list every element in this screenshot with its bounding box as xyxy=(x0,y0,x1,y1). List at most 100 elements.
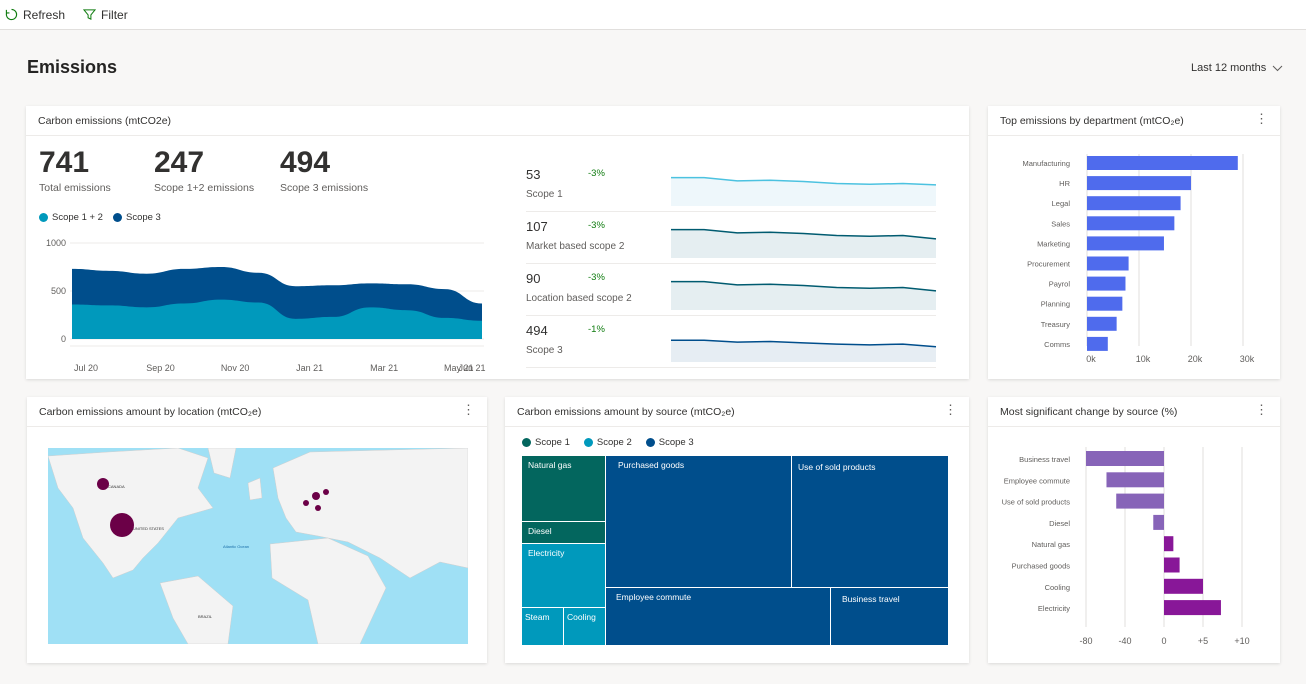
filter-icon xyxy=(83,9,97,20)
treemap-cell[interactable]: Business travel xyxy=(831,588,949,646)
category-label: Business travel xyxy=(1019,455,1070,464)
map-label: UNITED STATES xyxy=(133,526,164,531)
bar xyxy=(1164,557,1180,573)
kpi-label: Scope 3 emissions xyxy=(280,182,369,194)
category-label: Marketing xyxy=(1037,239,1070,248)
source-card: Carbon emissions amount by source (mtCO₂… xyxy=(505,397,969,663)
treemap-cell[interactable]: Employee commute xyxy=(606,588,831,646)
category-label: HR xyxy=(1059,179,1070,188)
bar xyxy=(1087,336,1108,351)
bubble-canada[interactable] xyxy=(97,478,109,490)
scope-row[interactable]: 90 -3% Location based scope 2 xyxy=(526,264,937,316)
category-label: Use of sold products xyxy=(1002,498,1071,507)
more-options-icon[interactable]: ⋮ xyxy=(1255,403,1268,416)
scope-row[interactable]: 494 -1% Scope 3 xyxy=(526,316,937,368)
world-map[interactable]: CANADA UNITED STATES BRAZIL Atlantic Oce… xyxy=(48,448,468,644)
time-range-dropdown[interactable]: Last 12 months xyxy=(1191,62,1283,74)
bar xyxy=(1116,493,1164,509)
bar xyxy=(1164,536,1174,552)
toolbar: Refresh Filter xyxy=(0,0,1306,30)
treemap-cell[interactable]: Use of sold products xyxy=(792,456,949,588)
legend-scope2[interactable]: Scope 2 xyxy=(583,437,632,448)
kpi-value: 247 xyxy=(154,146,205,179)
category-label: Electricity xyxy=(1038,604,1070,613)
legend-scope3[interactable]: Scope 3 xyxy=(645,437,694,448)
x-tick-label: 0k xyxy=(1086,354,1096,364)
y-tick-label: 0 xyxy=(61,334,66,344)
legend-scope3[interactable]: Scope 3 xyxy=(112,212,161,223)
area-legend: Scope 1 + 2 Scope 3 xyxy=(39,212,161,223)
bar xyxy=(1087,236,1164,251)
bubble-germany[interactable] xyxy=(312,492,320,500)
bubble-united-states[interactable] xyxy=(110,513,134,537)
treemap-cell[interactable]: Cooling xyxy=(564,608,606,646)
scope-label: Market based scope 2 xyxy=(526,241,625,252)
treemap-cell[interactable]: Purchased goods xyxy=(606,456,792,588)
category-label: Comms xyxy=(1044,340,1070,349)
more-options-icon[interactable]: ⋮ xyxy=(1255,112,1268,125)
sparkline xyxy=(671,280,937,310)
refresh-label: Refresh xyxy=(23,7,66,22)
legend-scope1[interactable]: Scope 1 xyxy=(522,437,570,448)
scope-list: 53 -3% Scope 1 107 -3% Market based scope 2 90… xyxy=(505,160,945,380)
filter-button[interactable]: Filter xyxy=(83,8,128,22)
refresh-icon xyxy=(5,8,18,21)
kpi-value: 494 xyxy=(280,146,331,179)
bar xyxy=(1086,451,1164,466)
bar xyxy=(1087,296,1123,311)
legend-scope12[interactable]: Scope 1 + 2 xyxy=(39,212,103,223)
bar xyxy=(1087,196,1181,211)
x-tick-label: Nov 20 xyxy=(221,363,250,373)
map-label: BRAZIL xyxy=(198,614,213,619)
filter-label: Filter xyxy=(101,7,128,22)
emissions-area-chart: 10005000Jul 20 Sep 20 Nov 20 Jan 21 Mar 21 Ma… xyxy=(46,238,486,373)
map-label: CANADA xyxy=(108,484,125,489)
x-tick-label: Jun 21 xyxy=(458,363,485,373)
x-tick-label: Mar 21 xyxy=(370,363,398,373)
category-label: Cooling xyxy=(1045,583,1070,592)
scope-value: 90 xyxy=(526,271,541,286)
map-label: Atlantic Ocean xyxy=(223,544,249,549)
sparkline xyxy=(671,176,937,206)
category-label: Legal xyxy=(1052,199,1071,208)
refresh-button[interactable]: Refresh xyxy=(5,8,65,22)
department-card: Top emissions by department (mtCO₂e) ⋮ 0… xyxy=(988,106,1280,379)
scope-label: Scope 1 xyxy=(526,189,563,200)
legend-dot xyxy=(39,213,48,222)
card-title: Top emissions by department (mtCO₂e) xyxy=(988,106,1280,136)
more-options-icon[interactable]: ⋮ xyxy=(944,403,957,416)
x-tick-label: -40 xyxy=(1118,636,1131,646)
scope-row[interactable]: 53 -3% Scope 1 xyxy=(526,160,937,212)
time-range-value: Last 12 months xyxy=(1191,62,1267,74)
scope-change: -1% xyxy=(588,324,605,335)
category-label: Treasury xyxy=(1041,320,1071,329)
chevron-down-icon xyxy=(1272,65,1283,71)
scope-label: Scope 3 xyxy=(526,345,563,356)
bubble-poland[interactable] xyxy=(323,489,329,495)
bar xyxy=(1087,216,1175,231)
change-bar-chart: -80 -40 0 +5 +10 Business travel Employee comm… xyxy=(1002,447,1250,646)
card-title: Carbon emissions amount by source (mtCO₂… xyxy=(505,397,969,427)
scope-row[interactable]: 107 -3% Market based scope 2 xyxy=(526,212,937,264)
y-tick-label: 1000 xyxy=(46,238,66,248)
category-label: Purchased goods xyxy=(1012,562,1071,571)
department-bar-chart: 0k 10k 20k 30k Manufacturing HR Legal Sales Mark… xyxy=(1022,154,1255,364)
category-label: Natural gas xyxy=(1032,540,1071,549)
treemap-cell[interactable]: Natural gas xyxy=(522,456,606,522)
treemap-cell[interactable]: Diesel xyxy=(522,522,606,544)
category-label: Payrol xyxy=(1049,280,1071,289)
treemap-cell[interactable]: Steam xyxy=(522,608,564,646)
location-card: Carbon emissions amount by location (mtC… xyxy=(27,397,487,663)
scope-value: 107 xyxy=(526,219,548,234)
change-card: Most significant change by source (%) ⋮ … xyxy=(988,397,1280,663)
bubble-france[interactable] xyxy=(303,500,309,506)
more-options-icon[interactable]: ⋮ xyxy=(462,403,475,416)
scope-change: -3% xyxy=(588,168,605,179)
category-label: Sales xyxy=(1051,219,1070,228)
treemap-legend: Scope 1 Scope 2 Scope 3 xyxy=(522,437,694,448)
sparkline xyxy=(671,228,937,258)
bar xyxy=(1087,156,1238,170)
bubble-italy[interactable] xyxy=(315,505,321,511)
bar xyxy=(1087,176,1191,191)
treemap-cell[interactable]: Electricity xyxy=(522,544,606,608)
